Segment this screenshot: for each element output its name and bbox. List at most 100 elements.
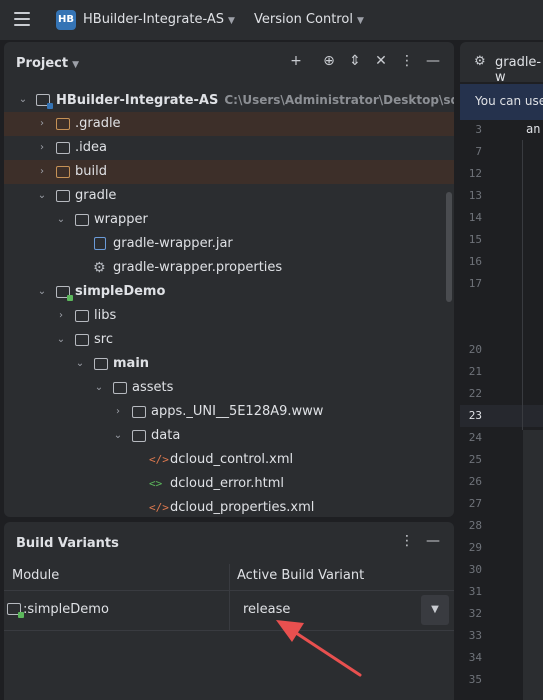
folder-icon	[94, 358, 108, 370]
chevron-down-icon[interactable]: ⌄	[93, 376, 105, 400]
tree-item-gradle[interactable]: ⌄ gradle	[4, 184, 454, 208]
xml-icon: </>	[149, 453, 169, 466]
tree-item-wrapper-properties[interactable]: ⚙ gradle-wrapper.properties	[4, 256, 454, 280]
tree-item-libs[interactable]: › libs	[4, 304, 454, 328]
tree-item-wrapper-jar[interactable]: gradle-wrapper.jar	[4, 232, 454, 256]
chevron-down-icon[interactable]: ⌄	[36, 280, 48, 304]
chevron-down-icon[interactable]: ⌄	[55, 208, 67, 232]
line-number-current: 23	[468, 409, 482, 422]
line-number: 29	[468, 541, 482, 554]
tree-item-label: HBuilder-Integrate-AS	[56, 93, 219, 108]
line-number: 20	[468, 343, 482, 356]
expand-icon[interactable]: ⇕	[345, 53, 365, 69]
folder-icon	[56, 142, 70, 154]
collapse-icon[interactable]: ✕	[371, 53, 391, 69]
chevron-right-icon[interactable]: ›	[112, 400, 124, 424]
minimize-icon[interactable]: —	[423, 53, 443, 69]
chevron-down-icon[interactable]: ⌄	[36, 184, 48, 208]
title-bar: HB HBuilder-Integrate-AS ▼ Version Contro…	[0, 0, 543, 40]
chevron-right-icon[interactable]: ›	[55, 304, 67, 328]
tree-item-assets[interactable]: ⌄ assets	[4, 376, 454, 400]
chevron-down-icon[interactable]: ▼	[421, 595, 449, 625]
more-icon[interactable]: ⋮	[397, 53, 417, 69]
tree-item-label: dcloud_properties.xml	[170, 500, 315, 515]
chevron-down-icon[interactable]: ⌄	[74, 352, 86, 376]
folder-icon	[75, 334, 89, 346]
build-variants-panel: Build Variants ⋮ — Module Active Build V…	[4, 522, 454, 700]
module-name: :simpleDemo	[23, 602, 109, 617]
editor-tab-label: gradle-w	[495, 55, 542, 85]
tree-item-apps[interactable]: › apps._UNI__5E128A9.www	[4, 400, 454, 424]
tree-item-gradle-cache[interactable]: › .gradle	[4, 112, 454, 136]
tree-item-label: libs	[94, 308, 117, 323]
tree-scrollbar[interactable]	[446, 192, 452, 302]
tree-item-root[interactable]: ⌄ HBuilder-Integrate-AS C:\Users\Administ…	[4, 88, 454, 112]
gear-icon: ⚙	[474, 54, 486, 69]
indent-guide	[522, 140, 523, 430]
tree-item-data[interactable]: ⌄ data	[4, 424, 454, 448]
line-number-gutter[interactable]: 3 7 12 13 14 15 16 17 20 21 22 23 24 25 …	[460, 120, 522, 700]
tree-item-label: gradle-wrapper.jar	[113, 236, 233, 251]
project-panel-title[interactable]: Project ▼	[16, 56, 79, 71]
line-number: 17	[468, 277, 482, 290]
banner-text: You can use	[475, 94, 543, 108]
line-number: 28	[468, 519, 482, 532]
tree-item-main[interactable]: ⌄ main	[4, 352, 454, 376]
tree-item-label: apps._UNI__5E128A9.www	[151, 404, 324, 419]
tree-item-build[interactable]: › build	[4, 160, 454, 184]
chevron-down-icon: ▼	[72, 60, 79, 70]
vcs-label: Version Control	[254, 12, 353, 27]
line-number: 21	[468, 365, 482, 378]
arrow-annotation	[276, 620, 362, 677]
chevron-down-icon: ▼	[228, 16, 235, 26]
folder-icon	[132, 430, 146, 442]
tree-item-label: dcloud_error.html	[170, 476, 284, 491]
header-divider	[4, 590, 454, 591]
project-panel-title-label: Project	[16, 56, 69, 71]
locate-icon[interactable]: ⊕	[319, 53, 339, 69]
more-icon[interactable]: ⋮	[400, 533, 414, 549]
tree-item-label: .idea	[75, 140, 107, 155]
tree-item-wrapper[interactable]: ⌄ wrapper	[4, 208, 454, 232]
tree-item-label: gradle-wrapper.properties	[113, 260, 283, 275]
module-icon	[36, 94, 53, 109]
add-icon[interactable]: +	[286, 53, 306, 69]
tree-item-label: build	[75, 164, 107, 179]
line-number: 30	[468, 563, 482, 576]
chevron-down-icon: ▼	[356, 16, 364, 26]
chevron-down-icon[interactable]: ⌄	[55, 328, 67, 352]
line-number: 12	[468, 167, 482, 180]
tree-item-idea[interactable]: › .idea	[4, 136, 454, 160]
minimize-icon[interactable]: —	[426, 533, 440, 549]
editor-tab[interactable]: ⚙ gradle-w	[460, 42, 543, 85]
line-number: 24	[468, 431, 482, 444]
chevron-right-icon[interactable]: ›	[36, 136, 48, 160]
line-number: 34	[468, 651, 482, 664]
line-number: 15	[468, 233, 482, 246]
project-panel: Project ▼ + ⊕ ⇕ ✕ ⋮ — ⌄ HBuilder-Integrat…	[4, 42, 454, 517]
tree-item-simpledemo[interactable]: ⌄ simpleDemo	[4, 280, 454, 304]
editor-notification-banner[interactable]: You can use	[460, 84, 543, 120]
folder-icon	[56, 190, 70, 202]
tree-item-label: .gradle	[75, 116, 121, 131]
tree-item-dcloud-control[interactable]: </> dcloud_control.xml	[4, 448, 454, 472]
folder-icon	[56, 118, 70, 130]
chevron-right-icon[interactable]: ›	[36, 112, 48, 136]
menu-icon[interactable]	[14, 12, 30, 26]
project-switcher[interactable]: HBuilder-Integrate-AS ▼	[83, 12, 235, 27]
chevron-down-icon[interactable]: ⌄	[112, 424, 124, 448]
line-number: 22	[468, 387, 482, 400]
vcs-menu[interactable]: Version Control ▼	[254, 12, 364, 27]
tree-item-dcloud-properties[interactable]: </> dcloud_properties.xml	[4, 496, 454, 517]
line-number: 14	[468, 211, 482, 224]
code-text: an	[526, 122, 541, 136]
chevron-right-icon[interactable]: ›	[36, 160, 48, 184]
chevron-down-icon[interactable]: ⌄	[17, 88, 29, 112]
tree-item-label: simpleDemo	[75, 284, 166, 299]
tree-item-src[interactable]: ⌄ src	[4, 328, 454, 352]
variant-column-header[interactable]: Active Build Variant	[237, 568, 364, 583]
line-number: 3	[475, 123, 482, 136]
tree-item-dcloud-error[interactable]: <> dcloud_error.html	[4, 472, 454, 496]
line-number: 25	[468, 453, 482, 466]
module-column-header[interactable]: Module	[12, 568, 59, 583]
